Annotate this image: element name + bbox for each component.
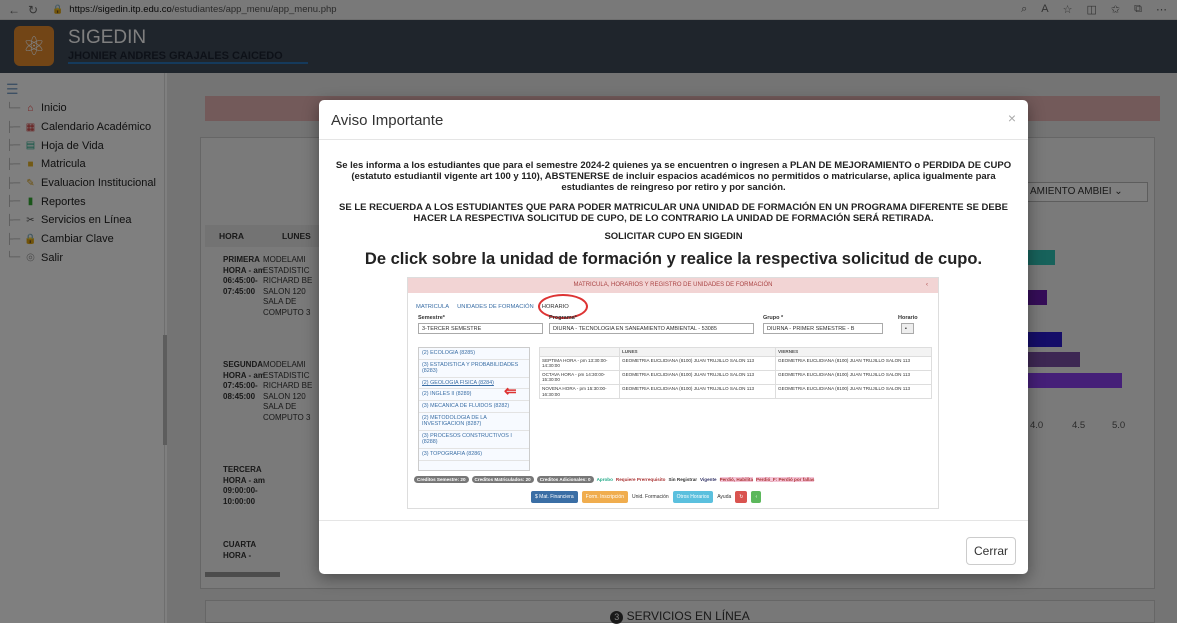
example-td: GEOMETRIA EUCLIDIANA (8100) JUAN TRUJILL… bbox=[619, 369, 776, 385]
example-buttons: $ Mat. Financiera Form. Inscripción Unid… bbox=[531, 491, 762, 503]
example-legend: Sin Registrar bbox=[668, 477, 698, 482]
example-semestre-select: 3-TERCER SEMESTRE bbox=[418, 323, 543, 334]
example-td: GEOMETRIA EUCLIDIANA (8100) JUAN TRUJILL… bbox=[775, 383, 932, 400]
example-back-icon: ‹ bbox=[751, 491, 762, 503]
notice-paragraph-1: Se les informa a los estudiantes que par… bbox=[335, 160, 1012, 193]
example-badge: Creditos Matriculados: 20 bbox=[471, 476, 534, 483]
example-td: GEOMETRIA EUCLIDIANA (8100) JUAN TRUJILL… bbox=[619, 355, 776, 371]
example-legend: Aprobo bbox=[596, 477, 613, 482]
example-btn: $ Mat. Financiera bbox=[531, 491, 578, 503]
pointer-arrow-icon: ⇐ bbox=[504, 383, 517, 400]
close-icon[interactable]: × bbox=[1008, 110, 1016, 126]
example-legend: Perdió_F: Perdió por fallas bbox=[756, 477, 815, 482]
example-grupo-label: Grupo * bbox=[763, 315, 784, 321]
example-credits: Creditos Semestre: 20 Creditos Matricula… bbox=[414, 476, 815, 483]
notice-modal: Aviso Importante × Se les informa a los … bbox=[319, 100, 1028, 574]
modal-body: Se les informa a los estudiantes que par… bbox=[319, 140, 1028, 520]
example-semestre-label: Semestre* bbox=[418, 315, 445, 321]
example-unit: (2) ECOLOGIA (8285) bbox=[419, 348, 529, 360]
example-grupo-select: DIURNA - PRIMER SEMESTRE - B bbox=[763, 323, 883, 334]
notice-instruction: De click sobre la unidad de formación y … bbox=[364, 250, 983, 268]
example-btn: Form. Inscripción bbox=[581, 491, 628, 503]
example-btn: Otros Horarios bbox=[672, 491, 714, 503]
example-header-text: MATRICULA, HORARIOS Y REGISTRO DE UNIDAD… bbox=[573, 282, 773, 288]
example-tab-matricula: MATRICULA bbox=[416, 304, 450, 310]
modal-title: Aviso Importante bbox=[331, 112, 444, 129]
example-legend: Perdió, Habilita bbox=[719, 477, 754, 482]
modal-footer: Cerrar bbox=[319, 520, 1028, 574]
example-td: OCTAVA HORA - pm 14:30:00-15:30:00 bbox=[539, 369, 620, 385]
example-th: LUNES bbox=[619, 347, 776, 357]
example-th: VIERNES bbox=[775, 347, 932, 357]
example-horario-label: Horario bbox=[898, 315, 918, 321]
example-btn: Ayuda bbox=[717, 494, 732, 500]
close-button[interactable]: Cerrar bbox=[966, 537, 1016, 565]
example-unit: (3) TOPOGRAFIA (8286) bbox=[419, 449, 529, 461]
example-unit: (3) ESTADISTICA Y PROBABILIDADES (8283) bbox=[419, 360, 529, 378]
notice-paragraph-3: SOLICITAR CUPO EN SIGEDIN bbox=[604, 231, 743, 242]
example-td: SEPTIMA HORA - pm 13:30:00-14:30:00 bbox=[539, 355, 620, 371]
example-td: GEOMETRIA EUCLIDIANA (8100) JUAN TRUJILL… bbox=[619, 383, 776, 400]
example-legend: Requiere Prerrequisito bbox=[615, 477, 666, 482]
example-td: NOVENA HORA - pm 15:30:00-16:30:00 bbox=[539, 383, 620, 400]
example-unit: (3) MECANICA DE FLUIDOS (8282) bbox=[419, 401, 529, 413]
example-horario-icon: ▪ bbox=[901, 323, 914, 334]
example-header: MATRICULA, HORARIOS Y REGISTRO DE UNIDAD… bbox=[408, 278, 938, 293]
example-btn: Unid. Formación bbox=[631, 494, 669, 500]
modal-header: Aviso Importante × bbox=[319, 100, 1028, 140]
notice-paragraph-2: SE LE RECUERDA A LOS ESTUDIANTES QUE PAR… bbox=[339, 202, 1008, 224]
example-programa-select: DIURNA - TECNOLOGIA EN SANEAMIENTO AMBIE… bbox=[549, 323, 754, 334]
example-unit: (2) METODOLOGIA DE LA INVESTIGACION (828… bbox=[419, 413, 529, 431]
example-th bbox=[539, 347, 620, 357]
example-unit-list: (2) ECOLOGIA (8285) (3) ESTADISTICA Y PR… bbox=[418, 347, 530, 471]
example-refresh-icon: ↻ bbox=[735, 491, 748, 503]
example-badge: Creditos Adicionales: 0 bbox=[536, 476, 594, 483]
example-td: GEOMETRIA EUCLIDIANA (8100) JUAN TRUJILL… bbox=[775, 369, 932, 385]
example-badge: Creditos Semestre: 20 bbox=[414, 476, 469, 483]
example-programa-label: Programa* bbox=[549, 315, 577, 321]
example-schedule-table: LUNES VIERNES SEPTIMA HORA - pm 13:30:00… bbox=[539, 347, 932, 400]
example-td: GEOMETRIA EUCLIDIANA (8100) JUAN TRUJILL… bbox=[775, 355, 932, 371]
example-tab-unidades: UNIDADES DE FORMACIÓN bbox=[457, 304, 534, 310]
example-screenshot: MATRICULA, HORARIOS Y REGISTRO DE UNIDAD… bbox=[407, 277, 939, 509]
example-unit: (3) PROCESOS CONSTRUCTIVOS I (8288) bbox=[419, 431, 529, 449]
collapse-icon: ‹ bbox=[926, 282, 928, 288]
example-legend: Vigente bbox=[700, 477, 717, 482]
